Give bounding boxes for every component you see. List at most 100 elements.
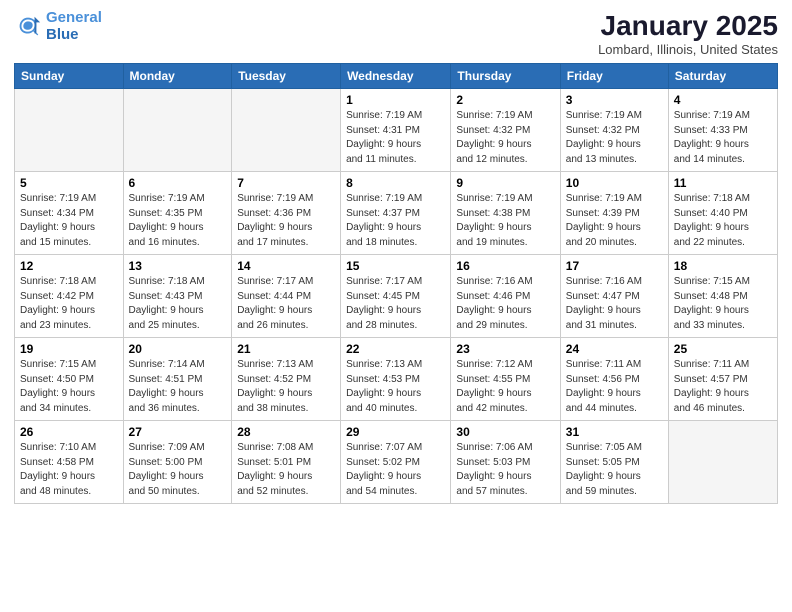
calendar-cell: 3 Sunrise: 7:19 AM Sunset: 4:32 PM Daylig… (560, 89, 668, 172)
calendar-cell: 26 Sunrise: 7:10 AM Sunset: 4:58 PM Dayli… (15, 421, 124, 504)
calendar-cell (232, 89, 341, 172)
day-number: 11 (674, 176, 772, 190)
day-number: 31 (566, 425, 663, 439)
day-info: Sunrise: 7:15 AM Sunset: 4:50 PM Dayligh… (20, 358, 118, 416)
day-info: Sunrise: 7:13 AM Sunset: 4:53 PM Dayligh… (346, 358, 445, 416)
day-info: Sunrise: 7:19 AM Sunset: 4:38 PM Dayligh… (456, 192, 554, 250)
calendar-cell: 21 Sunrise: 7:13 AM Sunset: 4:52 PM Dayli… (232, 338, 341, 421)
calendar: SundayMondayTuesdayWednesdayThursdayFrid… (14, 63, 778, 504)
calendar-cell: 5Sunrise: 7:19 AM Sunset: 4:34 PM Daylig… (15, 172, 124, 255)
day-header-thursday: Thursday (451, 64, 560, 89)
day-info: Sunrise: 7:09 AM Sunset: 5:00 PM Dayligh… (129, 441, 227, 499)
day-info: Sunrise: 7:17 AM Sunset: 4:44 PM Dayligh… (237, 275, 335, 333)
calendar-cell: 27 Sunrise: 7:09 AM Sunset: 5:00 PM Dayli… (123, 421, 232, 504)
calendar-cell: 14 Sunrise: 7:17 AM Sunset: 4:44 PM Dayli… (232, 255, 341, 338)
week-row-1: 1 Sunrise: 7:19 AM Sunset: 4:31 PM Daylig… (15, 89, 778, 172)
day-number: 27 (129, 425, 227, 439)
day-number: 19 (20, 342, 118, 356)
week-row-5: 26 Sunrise: 7:10 AM Sunset: 4:58 PM Dayli… (15, 421, 778, 504)
day-number: 17 (566, 259, 663, 273)
calendar-cell: 17 Sunrise: 7:16 AM Sunset: 4:47 PM Dayli… (560, 255, 668, 338)
calendar-cell: 29Sunrise: 7:07 AM Sunset: 5:02 PM Dayli… (341, 421, 451, 504)
day-info: Sunrise: 7:19 AM Sunset: 4:39 PM Dayligh… (566, 192, 663, 250)
calendar-cell: 24Sunrise: 7:11 AM Sunset: 4:56 PM Dayli… (560, 338, 668, 421)
day-info: Sunrise: 7:15 AM Sunset: 4:48 PM Dayligh… (674, 275, 772, 333)
day-header-sunday: Sunday (15, 64, 124, 89)
calendar-cell: 15Sunrise: 7:17 AM Sunset: 4:45 PM Dayli… (341, 255, 451, 338)
day-header-tuesday: Tuesday (232, 64, 341, 89)
day-header-friday: Friday (560, 64, 668, 89)
calendar-cell: 16Sunrise: 7:16 AM Sunset: 4:46 PM Dayli… (451, 255, 560, 338)
day-number: 4 (674, 93, 772, 107)
day-info: Sunrise: 7:19 AM Sunset: 4:36 PM Dayligh… (237, 192, 335, 250)
day-number: 14 (237, 259, 335, 273)
day-info: Sunrise: 7:10 AM Sunset: 4:58 PM Dayligh… (20, 441, 118, 499)
calendar-cell: 25Sunrise: 7:11 AM Sunset: 4:57 PM Dayli… (668, 338, 777, 421)
day-info: Sunrise: 7:14 AM Sunset: 4:51 PM Dayligh… (129, 358, 227, 416)
day-info: Sunrise: 7:19 AM Sunset: 4:33 PM Dayligh… (674, 109, 772, 167)
day-info: Sunrise: 7:05 AM Sunset: 5:05 PM Dayligh… (566, 441, 663, 499)
week-row-2: 5Sunrise: 7:19 AM Sunset: 4:34 PM Daylig… (15, 172, 778, 255)
calendar-cell: 18 Sunrise: 7:15 AM Sunset: 4:48 PM Dayli… (668, 255, 777, 338)
calendar-cell: 7 Sunrise: 7:19 AM Sunset: 4:36 PM Daylig… (232, 172, 341, 255)
day-number: 6 (129, 176, 227, 190)
day-info: Sunrise: 7:18 AM Sunset: 4:43 PM Dayligh… (129, 275, 227, 333)
day-info: Sunrise: 7:12 AM Sunset: 4:55 PM Dayligh… (456, 358, 554, 416)
calendar-cell: 19 Sunrise: 7:15 AM Sunset: 4:50 PM Dayli… (15, 338, 124, 421)
day-number: 29 (346, 425, 445, 439)
logo: General Blue (14, 10, 102, 43)
calendar-cell: 22 Sunrise: 7:13 AM Sunset: 4:53 PM Dayli… (341, 338, 451, 421)
calendar-cell: 9Sunrise: 7:19 AM Sunset: 4:38 PM Daylig… (451, 172, 560, 255)
day-number: 22 (346, 342, 445, 356)
day-number: 5 (20, 176, 118, 190)
calendar-cell: 6Sunrise: 7:19 AM Sunset: 4:35 PM Daylig… (123, 172, 232, 255)
calendar-cell: 11 Sunrise: 7:18 AM Sunset: 4:40 PM Dayli… (668, 172, 777, 255)
day-number: 23 (456, 342, 554, 356)
day-number: 18 (674, 259, 772, 273)
day-info: Sunrise: 7:13 AM Sunset: 4:52 PM Dayligh… (237, 358, 335, 416)
day-info: Sunrise: 7:08 AM Sunset: 5:01 PM Dayligh… (237, 441, 335, 499)
calendar-cell: 30 Sunrise: 7:06 AM Sunset: 5:03 PM Dayli… (451, 421, 560, 504)
day-info: Sunrise: 7:19 AM Sunset: 4:37 PM Dayligh… (346, 192, 445, 250)
calendar-cell: 31 Sunrise: 7:05 AM Sunset: 5:05 PM Dayli… (560, 421, 668, 504)
day-number: 26 (20, 425, 118, 439)
calendar-cell: 12Sunrise: 7:18 AM Sunset: 4:42 PM Dayli… (15, 255, 124, 338)
day-number: 30 (456, 425, 554, 439)
page: General Blue January 2025 Lombard, Illin… (0, 0, 792, 612)
day-number: 3 (566, 93, 663, 107)
calendar-cell: 2Sunrise: 7:19 AM Sunset: 4:32 PM Daylig… (451, 89, 560, 172)
day-number: 28 (237, 425, 335, 439)
day-number: 10 (566, 176, 663, 190)
calendar-cell (668, 421, 777, 504)
week-row-3: 12Sunrise: 7:18 AM Sunset: 4:42 PM Dayli… (15, 255, 778, 338)
day-info: Sunrise: 7:16 AM Sunset: 4:47 PM Dayligh… (566, 275, 663, 333)
calendar-cell: 1 Sunrise: 7:19 AM Sunset: 4:31 PM Daylig… (341, 89, 451, 172)
week-row-4: 19 Sunrise: 7:15 AM Sunset: 4:50 PM Dayli… (15, 338, 778, 421)
calendar-cell: 8 Sunrise: 7:19 AM Sunset: 4:37 PM Daylig… (341, 172, 451, 255)
calendar-cell: 20Sunrise: 7:14 AM Sunset: 4:51 PM Dayli… (123, 338, 232, 421)
calendar-cell (123, 89, 232, 172)
day-number: 21 (237, 342, 335, 356)
day-info: Sunrise: 7:18 AM Sunset: 4:40 PM Dayligh… (674, 192, 772, 250)
title-block: January 2025 Lombard, Illinois, United S… (598, 10, 778, 57)
location: Lombard, Illinois, United States (598, 42, 778, 57)
day-number: 12 (20, 259, 118, 273)
day-number: 25 (674, 342, 772, 356)
day-header-wednesday: Wednesday (341, 64, 451, 89)
calendar-cell: 13 Sunrise: 7:18 AM Sunset: 4:43 PM Dayli… (123, 255, 232, 338)
month-title: January 2025 (598, 10, 778, 42)
day-number: 7 (237, 176, 335, 190)
day-info: Sunrise: 7:19 AM Sunset: 4:31 PM Dayligh… (346, 109, 445, 167)
day-info: Sunrise: 7:11 AM Sunset: 4:56 PM Dayligh… (566, 358, 663, 416)
logo-icon (14, 13, 42, 41)
day-number: 1 (346, 93, 445, 107)
day-header-saturday: Saturday (668, 64, 777, 89)
logo-text: General Blue (46, 10, 102, 43)
day-number: 13 (129, 259, 227, 273)
day-info: Sunrise: 7:06 AM Sunset: 5:03 PM Dayligh… (456, 441, 554, 499)
day-info: Sunrise: 7:19 AM Sunset: 4:32 PM Dayligh… (566, 109, 663, 167)
calendar-cell: 23 Sunrise: 7:12 AM Sunset: 4:55 PM Dayli… (451, 338, 560, 421)
day-number: 2 (456, 93, 554, 107)
day-number: 8 (346, 176, 445, 190)
calendar-cell (15, 89, 124, 172)
